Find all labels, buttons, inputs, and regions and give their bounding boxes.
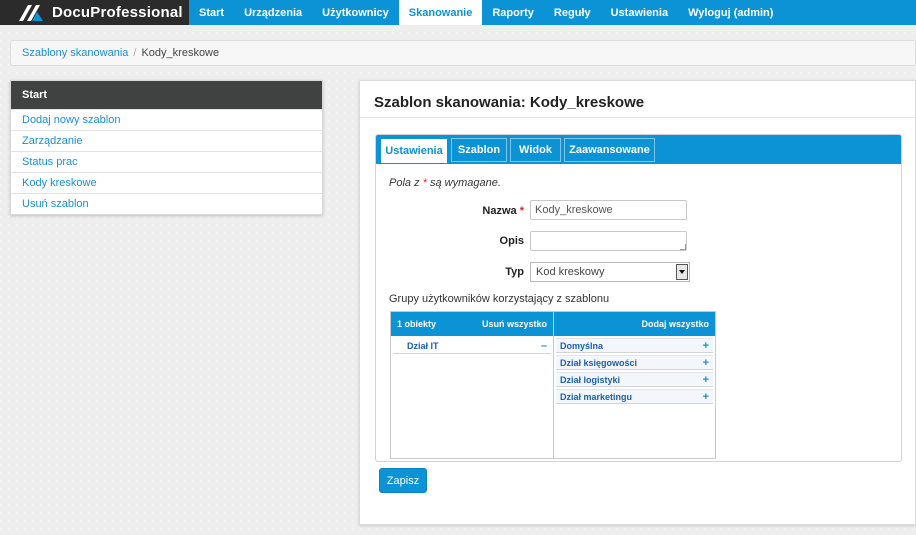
nav-rules[interactable]: Reguły: [544, 0, 601, 25]
description-label: Opis: [499, 235, 524, 247]
page-title: Szablon skanowania: Kody_kreskowe: [374, 94, 645, 111]
settings-form: Ustawienia Szablon Widok Zaawansowane Po…: [375, 134, 902, 462]
title-divider: [360, 117, 916, 118]
nav-start[interactable]: Start: [189, 0, 234, 25]
group-label: Dział logistyki: [560, 374, 621, 385]
selected-groups-pane: 1 obiekty Usuń wszystko Dział IT –: [391, 312, 554, 458]
name-label-text: Nazwa: [482, 205, 517, 217]
nav-devices[interactable]: Urządzenia: [234, 0, 312, 25]
tab-template[interactable]: Szablon: [451, 138, 507, 162]
type-label: Typ: [505, 266, 524, 278]
required-note-suffix: są wymagane.: [429, 177, 501, 189]
available-group-item[interactable]: Dział księgowości +: [556, 355, 713, 370]
main-nav: Start Urządzenia Użytkownicy Skanowanie …: [189, 0, 783, 25]
nav-scanning[interactable]: Skanowanie: [398, 0, 483, 25]
sidebar-item-add-template[interactable]: Dodaj nowy szablon: [11, 109, 322, 130]
tab-advanced[interactable]: Zaawansowane: [564, 138, 655, 162]
plus-icon[interactable]: +: [703, 357, 709, 369]
top-navbar: DocuProfessional Start Urządzenia Użytko…: [0, 0, 916, 25]
remove-all-button[interactable]: Usuń wszystko: [482, 319, 547, 329]
nav-users[interactable]: Użytkownicy: [312, 0, 399, 25]
nav-reports[interactable]: Raporty: [482, 0, 544, 25]
groups-label: Grupy użytkowników korzystający z szablo…: [389, 293, 610, 305]
type-select-value: Kod kreskowy: [536, 266, 605, 278]
sidebar-item-delete-template[interactable]: Usuń szablon: [11, 193, 322, 214]
selected-count: 1 obiekty: [397, 319, 437, 329]
plus-icon[interactable]: +: [703, 374, 709, 386]
breadcrumb: Szablony skanowania / Kody_kreskowe: [10, 40, 916, 66]
available-groups-header: Dodaj wszystko: [554, 312, 715, 336]
nav-settings[interactable]: Ustawienia: [601, 0, 678, 25]
available-group-item[interactable]: Dział marketingu +: [556, 389, 713, 404]
sidebar-item-manage[interactable]: Zarządzanie: [11, 130, 322, 151]
minus-icon[interactable]: –: [541, 340, 547, 352]
logo-icon: [19, 4, 43, 21]
sidebar-item-barcodes[interactable]: Kody kreskowe: [11, 172, 322, 193]
available-group-item[interactable]: Domyślna +: [556, 338, 713, 353]
tab-settings[interactable]: Ustawienia: [380, 138, 448, 164]
brand[interactable]: DocuProfessional: [0, 0, 189, 25]
name-label: Nazwa *: [456, 205, 524, 217]
chevron-down-icon[interactable]: [676, 264, 688, 280]
breadcrumb-current: Kody_kreskowe: [141, 47, 220, 59]
plus-icon[interactable]: +: [703, 391, 709, 403]
add-all-button[interactable]: Dodaj wszystko: [641, 319, 709, 329]
save-button[interactable]: Zapisz: [379, 468, 427, 493]
tab-view[interactable]: Widok: [510, 138, 561, 162]
name-required-star: *: [519, 205, 524, 217]
selected-group-item[interactable]: Dział IT –: [393, 339, 551, 354]
plus-icon[interactable]: +: [703, 340, 709, 352]
available-group-item[interactable]: Dział logistyki +: [556, 372, 713, 387]
group-label: Dział IT: [407, 341, 439, 351]
sidebar: Start Dodaj nowy szablon Zarządzanie Sta…: [10, 80, 323, 215]
required-note: Pola z * są wymagane.: [389, 177, 501, 189]
required-note-prefix: Pola z: [389, 177, 420, 189]
required-star: *: [422, 177, 427, 189]
group-label: Dział księgowości: [560, 357, 638, 368]
nav-logout[interactable]: Wyloguj (admin): [678, 0, 783, 25]
breadcrumb-link-templates[interactable]: Szablony skanowania: [22, 47, 128, 59]
type-select[interactable]: Kod kreskowy: [530, 262, 690, 282]
name-input[interactable]: [530, 200, 687, 220]
description-textarea[interactable]: [530, 231, 687, 251]
breadcrumb-separator: /: [133, 47, 137, 59]
brand-name: DocuProfessional: [52, 4, 183, 21]
selected-groups-header: 1 obiekty Usuń wszystko: [391, 312, 553, 336]
group-label: Dział marketingu: [560, 391, 633, 402]
sidebar-item-job-status[interactable]: Status prac: [11, 151, 322, 172]
tab-bar: Ustawienia Szablon Widok Zaawansowane: [376, 135, 901, 164]
available-groups-pane: Dodaj wszystko Domyślna + Dział księgowo…: [554, 312, 715, 458]
user-groups-selector: 1 obiekty Usuń wszystko Dział IT – Dodaj…: [390, 311, 716, 459]
group-label: Domyślna: [560, 340, 604, 351]
sidebar-header: Start: [11, 81, 322, 109]
main-panel: Szablon skanowania: Kody_kreskowe Ustawi…: [359, 80, 916, 525]
